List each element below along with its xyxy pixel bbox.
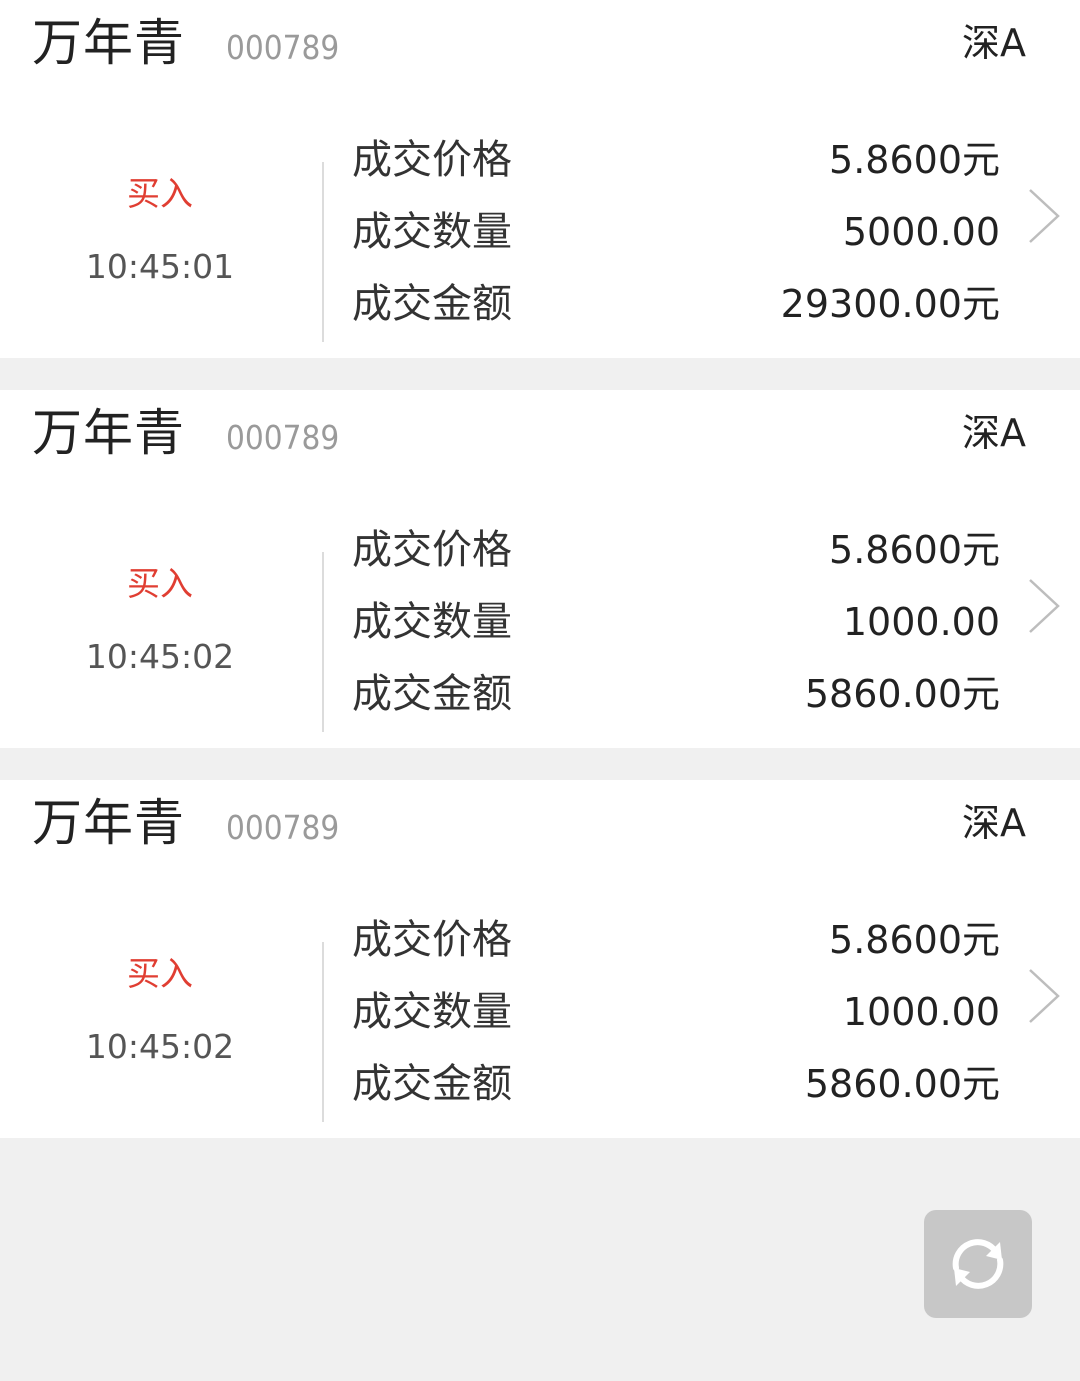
- stock-code: 000789: [226, 418, 340, 457]
- price-value: 5.8600元: [829, 138, 1000, 182]
- refresh-icon: [952, 1239, 1004, 1289]
- stock-name: 万年青: [32, 404, 185, 462]
- divider: [322, 552, 324, 732]
- amount-label: 成交金额: [352, 1061, 512, 1107]
- quantity-value: 5000.00: [842, 210, 1000, 254]
- quantity-label: 成交数量: [352, 989, 512, 1035]
- market-label: 深A: [962, 21, 1026, 65]
- quantity-value: 1000.00: [842, 600, 1000, 644]
- trade-side: 买入: [127, 564, 193, 603]
- chevron-right-icon[interactable]: [1024, 186, 1064, 246]
- chevron-right-icon[interactable]: [1024, 576, 1064, 636]
- market-label: 深A: [962, 801, 1026, 845]
- refresh-button[interactable]: [924, 1210, 1032, 1318]
- divider: [322, 942, 324, 1122]
- chevron-right-icon[interactable]: [1024, 966, 1064, 1026]
- stock-code: 000789: [226, 28, 340, 67]
- price-value: 5.8600元: [829, 918, 1000, 962]
- stock-code: 000789: [226, 808, 340, 847]
- trade-side: 买入: [127, 174, 193, 213]
- trade-time: 10:45:02: [85, 1027, 235, 1066]
- market-label: 深A: [962, 411, 1026, 455]
- amount-value: 5860.00元: [804, 672, 1000, 716]
- price-label: 成交价格: [352, 527, 512, 573]
- trade-side: 买入: [127, 954, 193, 993]
- stock-name: 万年青: [32, 794, 185, 852]
- amount-label: 成交金额: [352, 671, 512, 717]
- quantity-value: 1000.00: [842, 990, 1000, 1034]
- trade-card[interactable]: 万年青 000789 深A 买入 10:45:02 成交价格 5.8600元 成…: [0, 780, 1080, 1138]
- price-label: 成交价格: [352, 917, 512, 963]
- stock-name: 万年青: [32, 14, 185, 72]
- price-label: 成交价格: [352, 137, 512, 183]
- trade-card[interactable]: 万年青 000789 深A 买入 10:45:01 成交价格 5.8600元 成…: [0, 0, 1080, 358]
- amount-value: 29300.00元: [780, 282, 1000, 326]
- price-value: 5.8600元: [829, 528, 1000, 572]
- trade-time: 10:45:01: [85, 247, 235, 286]
- trade-time: 10:45:02: [85, 637, 235, 676]
- amount-value: 5860.00元: [804, 1062, 1000, 1106]
- trade-card[interactable]: 万年青 000789 深A 买入 10:45:02 成交价格 5.8600元 成…: [0, 390, 1080, 748]
- divider: [322, 162, 324, 342]
- quantity-label: 成交数量: [352, 599, 512, 645]
- quantity-label: 成交数量: [352, 209, 512, 255]
- amount-label: 成交金额: [352, 281, 512, 327]
